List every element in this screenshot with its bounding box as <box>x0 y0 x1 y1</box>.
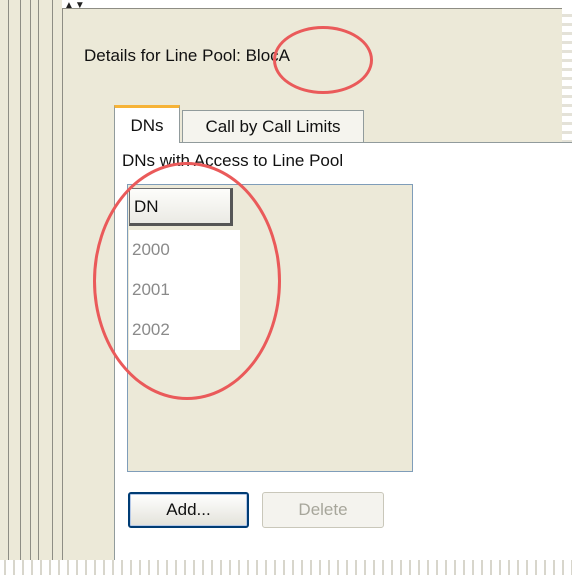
splitter-line <box>30 0 31 562</box>
annotation-ellipse <box>273 26 373 94</box>
splitter-line <box>8 0 9 562</box>
delete-button[interactable]: Delete <box>262 492 384 528</box>
page-title: Details for Line Pool: BlocA <box>84 46 290 65</box>
splitter-line <box>20 0 21 562</box>
splitter-line <box>52 0 53 562</box>
add-button[interactable]: Add... <box>128 492 249 528</box>
tab-call-by-call-limits[interactable]: Call by Call Limits <box>182 110 364 142</box>
splitter-line <box>38 0 39 562</box>
torn-edge <box>0 560 572 575</box>
annotation-ellipse <box>93 162 281 400</box>
left-frame <box>0 0 62 562</box>
tab-dns[interactable]: DNs <box>114 105 180 143</box>
